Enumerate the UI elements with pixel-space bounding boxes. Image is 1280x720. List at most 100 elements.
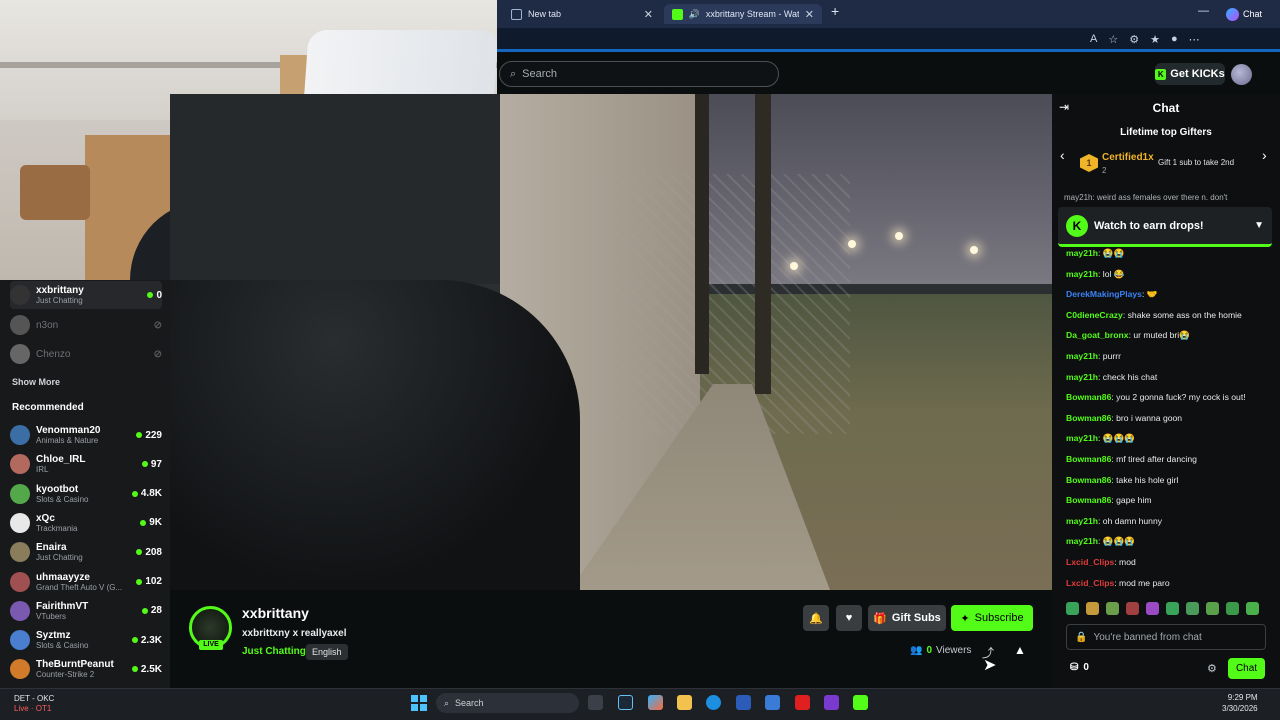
favorite-star-icon[interactable]: ☆	[1108, 33, 1118, 46]
system-clock[interactable]: 9:29 PM 3/30/2026	[1222, 692, 1258, 714]
sidebar-channel[interactable]: Venomman20 Animals & Nature 229	[10, 421, 162, 449]
sidebar-channel[interactable]: uhmaayyze Grand Theft Auto V (G... 102	[10, 568, 162, 596]
emote-icon[interactable]	[1166, 602, 1179, 615]
chat-username[interactable]: Bowman86	[1066, 495, 1111, 505]
chevron-left-icon[interactable]: ‹	[1060, 147, 1065, 163]
language-tag[interactable]: English	[306, 644, 348, 660]
sidebar-channel[interactable]: Chenzo ⊘	[10, 340, 162, 368]
windows-start-icon[interactable]	[411, 695, 427, 711]
taskbar-search[interactable]: ⌕ Search	[436, 693, 579, 713]
task-view-icon[interactable]	[588, 695, 603, 710]
chevron-right-icon[interactable]: ›	[1262, 147, 1267, 163]
media-app-icon[interactable]	[824, 695, 839, 710]
emote-icon[interactable]	[1226, 602, 1239, 615]
emote-icon[interactable]	[1066, 602, 1079, 615]
minimize-icon[interactable]: —	[1198, 5, 1209, 17]
close-tab-icon[interactable]: ✕	[644, 8, 653, 21]
emote-icon[interactable]	[1186, 602, 1199, 615]
emote-icon[interactable]	[1246, 602, 1259, 615]
emote-icon[interactable]	[1106, 602, 1119, 615]
stream-category[interactable]: Just Chatting	[242, 646, 306, 657]
subscribe-button[interactable]: ✦ Subscribe	[951, 605, 1033, 631]
chat-username[interactable]: Bowman86	[1066, 413, 1111, 423]
chat-username[interactable]: Bowman86	[1066, 454, 1111, 464]
chat-username[interactable]: may21h	[1066, 372, 1098, 382]
sidebar-channel[interactable]: Enaira Just Chatting 208	[10, 538, 162, 566]
chat-text: 😭😭😭	[1102, 536, 1135, 547]
sidebar-channel[interactable]: TheBurntPeanut Counter-Strike 2 2.5K	[10, 655, 162, 683]
emote-icon[interactable]	[1126, 602, 1139, 615]
steam-icon[interactable]	[618, 695, 633, 710]
gift-hint[interactable]: Gift 1 sub to take 2nd	[1158, 158, 1234, 167]
read-aloud-icon[interactable]: A	[1090, 33, 1097, 46]
notification-bell-button[interactable]: 🔔	[803, 605, 829, 631]
kick-app-icon[interactable]	[853, 695, 868, 710]
copilot-app-icon[interactable]	[648, 695, 663, 710]
chat-username[interactable]: C0dieneCrazy	[1066, 310, 1123, 320]
chat-username[interactable]: may21h	[1066, 516, 1098, 526]
lock-icon: 🔒	[1075, 631, 1088, 643]
streamer-name[interactable]: xxbrittany	[242, 605, 309, 621]
sidebar-channel[interactable]: xQc Trackmania 9K	[10, 509, 162, 537]
gift-subs-button[interactable]: 🎁 Gift Subs	[868, 605, 946, 631]
chat-settings-gear-icon[interactable]: ⚙	[1207, 662, 1217, 675]
chat-username[interactable]: Da_goat_bronx	[1066, 330, 1129, 340]
tab-kick-stream[interactable]: 🔊 xxbrittany Stream - Watch Live ✕	[664, 4, 822, 24]
sidebar-channel[interactable]: FairithmVT VTubers 28	[10, 597, 162, 625]
speaker-icon[interactable]: 🔊	[689, 9, 700, 20]
edge-icon[interactable]	[706, 695, 721, 710]
more-menu-icon[interactable]: ⋯	[1189, 33, 1200, 46]
chat-username[interactable]: may21h	[1066, 269, 1098, 279]
chat-username[interactable]: may21h	[1066, 433, 1098, 443]
store-icon[interactable]	[736, 695, 751, 710]
chat-send-button[interactable]: Chat	[1228, 658, 1265, 679]
favorites-icon[interactable]: ★	[1150, 33, 1160, 46]
get-kicks-button[interactable]: K Get KICKs	[1155, 63, 1225, 85]
emote-icon[interactable]	[1206, 602, 1219, 615]
close-tab-icon[interactable]: ✕	[805, 8, 814, 21]
heart-icon: ♥	[845, 612, 853, 624]
chat-username[interactable]: Lxcid_Clips	[1066, 578, 1114, 588]
chat-username[interactable]: Bowman86	[1066, 392, 1111, 402]
search-input[interactable]: ⌕ Search	[499, 61, 779, 87]
top-gifter-name[interactable]: Certified1x	[1102, 152, 1154, 163]
chat-input[interactable]: 🔒 You're banned from chat	[1066, 624, 1266, 650]
sidebar-channel[interactable]: kyootbot Slots & Casino 4.8K	[10, 480, 162, 508]
mail-icon[interactable]	[765, 695, 780, 710]
chevron-down-icon[interactable]: ▼	[1254, 220, 1264, 231]
chat-message: Bowman86: take his hole girl	[1066, 475, 1272, 485]
chat-username[interactable]: Lxcid_Clips	[1066, 557, 1114, 567]
user-avatar[interactable]	[1231, 64, 1252, 85]
chat-username[interactable]: may21h	[1066, 248, 1098, 258]
sidebar-channel[interactable]: n3on ⊘	[10, 311, 162, 339]
sidebar-channel[interactable]: xxbrittany Just Chatting 0	[10, 281, 162, 309]
emote-icon[interactable]	[1086, 602, 1099, 615]
taskbar-widget[interactable]: DET - OKC Live · OT1	[14, 694, 54, 714]
profile-icon[interactable]: ●	[1171, 33, 1178, 46]
follow-button[interactable]: ♥	[836, 605, 862, 631]
tab-new-tab[interactable]: New tab ✕	[503, 4, 661, 24]
channel-points[interactable]: ⛁ 0	[1070, 662, 1089, 673]
new-tab-button[interactable]: +	[831, 3, 839, 19]
copilot-chat-button[interactable]: Chat	[1226, 6, 1262, 22]
sidebar-channel[interactable]: Syztmz Slots & Casino 2.3K	[10, 626, 162, 654]
show-more-link[interactable]: Show More	[12, 377, 60, 387]
offline-icon: ⊘	[153, 348, 162, 360]
viewer-count: 9K	[140, 517, 162, 528]
emote-icon[interactable]	[1146, 602, 1159, 615]
emote-bar	[1066, 602, 1259, 615]
file-explorer-icon[interactable]	[677, 695, 692, 710]
channel-meta: uhmaayyze Grand Theft Auto V (G...	[36, 572, 136, 592]
report-icon[interactable]: ▲	[1014, 643, 1026, 657]
chat-username[interactable]: DerekMakingPlays	[1066, 289, 1142, 299]
chat-username[interactable]: may21h	[1066, 351, 1098, 361]
drops-banner[interactable]: K Watch to earn drops! ▼	[1058, 207, 1272, 247]
video-player[interactable]	[170, 94, 1052, 590]
sidebar-channel[interactable]: Chloe_IRL IRL 97	[10, 450, 162, 478]
channel-category: VTubers	[36, 611, 66, 621]
extensions-icon[interactable]: ⚙	[1129, 33, 1139, 46]
chat-username[interactable]: may21h	[1066, 536, 1098, 546]
channel-name: kyootbot	[36, 483, 79, 495]
chat-username[interactable]: Bowman86	[1066, 475, 1111, 485]
youtube-icon[interactable]	[795, 695, 810, 710]
